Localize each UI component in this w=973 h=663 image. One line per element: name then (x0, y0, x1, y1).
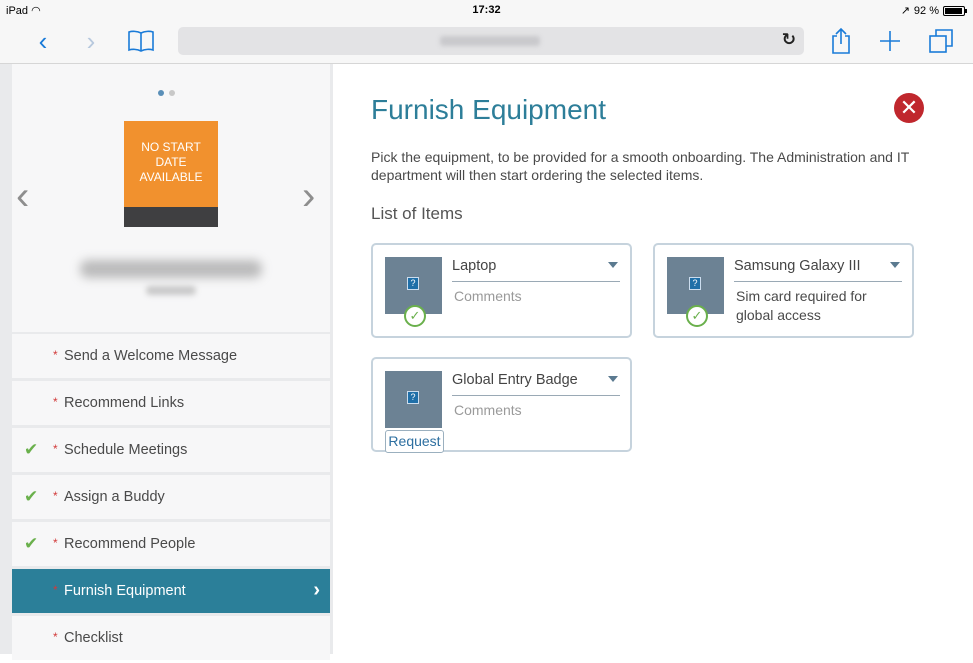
item-select-value: Samsung Galaxy III (734, 258, 861, 274)
close-icon: ✕ (899, 95, 919, 120)
dropdown-caret-icon (608, 376, 618, 382)
dropdown-caret-icon (608, 262, 618, 268)
nav-item-send-welcome-message[interactable]: * Send a Welcome Message (12, 334, 330, 378)
item-select[interactable]: Laptop (452, 258, 620, 282)
back-icon[interactable]: ‹ (32, 26, 54, 56)
page-title: Furnish Equipment (371, 94, 607, 125)
item-select-value: Global Entry Badge (452, 372, 578, 388)
reload-icon[interactable]: ↻ (782, 30, 796, 50)
task-nav: * Send a Welcome Message * Recommend Lin… (12, 334, 330, 663)
comment-field[interactable]: Comments (454, 401, 614, 420)
required-marker: * (53, 489, 58, 503)
list-title: List of Items (371, 204, 463, 223)
nav-item-label: Recommend People (64, 536, 196, 552)
share-icon[interactable] (828, 26, 854, 56)
nav-item-label: Checklist (64, 630, 123, 646)
nav-item-label: Schedule Meetings (64, 442, 188, 458)
checkmark-icon: ✔ (24, 440, 39, 459)
clock: 17:32 (472, 4, 501, 16)
nav-item-checklist[interactable]: * Checklist (12, 616, 330, 660)
requested-check-icon: ✓ (686, 305, 708, 327)
equipment-card-samsung: ? ✓ Samsung Galaxy III Sim card required… (653, 243, 914, 338)
photo-footer (124, 207, 218, 227)
next-profile-icon[interactable]: › (302, 174, 315, 219)
required-marker: * (53, 630, 58, 644)
url-bar[interactable]: ↻ (178, 27, 804, 55)
equipment-card-laptop: ? ✓ Laptop Comments (371, 243, 632, 338)
dropdown-caret-icon (890, 262, 900, 268)
nav-item-recommend-links[interactable]: * Recommend Links (12, 381, 330, 425)
equipment-card-global-entry-badge: ? Global Entry Badge Comments Request (371, 357, 632, 453)
nav-item-label: Furnish Equipment (64, 583, 186, 599)
nav-item-furnish-equipment[interactable]: * Furnish Equipment › (12, 569, 330, 613)
new-tab-icon[interactable] (876, 26, 904, 56)
page-description: Pick the equipment, to be provided for a… (371, 149, 910, 183)
employee-title (146, 286, 196, 295)
required-marker: * (53, 536, 58, 550)
item-select[interactable]: Samsung Galaxy III (734, 258, 902, 282)
image-placeholder-icon: ? (407, 391, 419, 404)
item-image: ? (385, 371, 442, 428)
chevron-right-icon: › (313, 579, 320, 601)
main-panel: Furnish Equipment ✕ Pick the equipment, … (333, 64, 973, 654)
battery-icon (943, 5, 967, 16)
required-marker: * (53, 348, 58, 362)
location-icon: ↗ (900, 5, 910, 17)
page-dot (169, 90, 175, 96)
comment-field[interactable]: Sim card required for global access (736, 287, 896, 325)
page-indicator (158, 90, 175, 96)
prev-profile-icon[interactable]: ‹ (16, 174, 29, 219)
browser-toolbar: ‹ › ↻ (0, 20, 973, 64)
nav-item-label: Assign a Buddy (64, 489, 165, 505)
checkmark-icon: ✔ (24, 534, 39, 553)
required-marker: * (53, 442, 58, 456)
nav-item-label: Recommend Links (64, 395, 185, 411)
status-right: ↗ 92 % (900, 4, 967, 17)
image-placeholder-icon: ? (407, 277, 419, 290)
page-dot (158, 90, 164, 96)
nav-item-schedule-meetings[interactable]: ✔ * Schedule Meetings (12, 428, 330, 472)
required-marker: * (53, 395, 58, 409)
close-button[interactable]: ✕ (894, 93, 924, 123)
item-select-value: Laptop (452, 258, 497, 274)
status-bar: iPad ◠ 17:32 ↗ 92 % (0, 0, 973, 20)
nav-item-recommend-people[interactable]: ✔ * Recommend People (12, 522, 330, 566)
requested-check-icon: ✓ (404, 305, 426, 327)
item-select[interactable]: Global Entry Badge (452, 372, 620, 396)
battery-percent: 92 % (913, 4, 939, 17)
image-placeholder-icon: ? (689, 277, 701, 290)
comment-field[interactable]: Comments (454, 287, 614, 306)
url-text (440, 36, 540, 46)
profile-photo: NO START DATE AVAILABLE (124, 121, 218, 227)
checkmark-icon: ✔ (24, 487, 39, 506)
app: ‹ NO START DATE AVAILABLE › * Send a Wel… (0, 64, 973, 660)
forward-icon[interactable]: › (80, 26, 102, 56)
bookmarks-icon[interactable] (126, 26, 156, 56)
profile-card: ‹ NO START DATE AVAILABLE › (12, 64, 330, 332)
request-button[interactable]: Request (385, 430, 444, 453)
nav-item-assign-buddy[interactable]: ✔ * Assign a Buddy (12, 475, 330, 519)
nav-item-label: Send a Welcome Message (64, 348, 238, 364)
photo-text: NO START DATE AVAILABLE (139, 140, 203, 184)
sidebar: ‹ NO START DATE AVAILABLE › * Send a Wel… (12, 64, 330, 660)
required-marker: * (53, 583, 58, 597)
employee-name (80, 260, 262, 278)
tabs-icon[interactable] (926, 26, 956, 56)
